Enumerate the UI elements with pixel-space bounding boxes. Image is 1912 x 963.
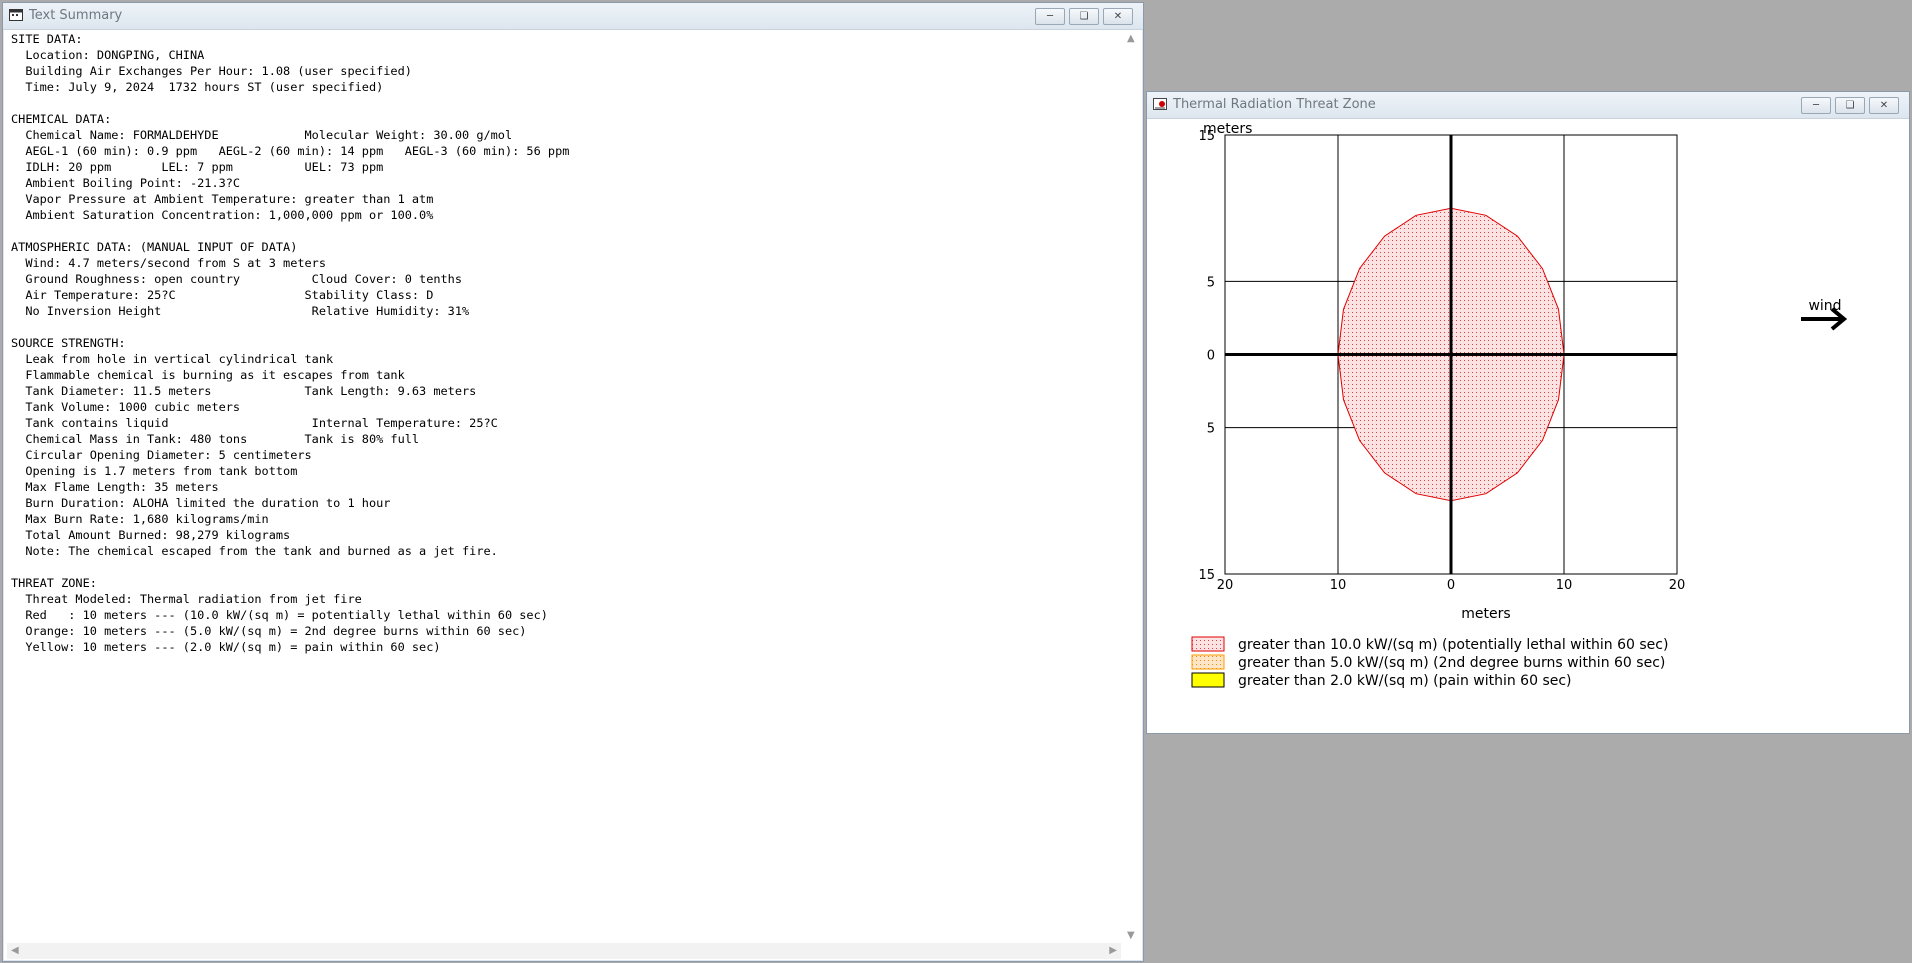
horizontal-scrollbar[interactable]: ◀ ▶ xyxy=(7,943,1121,959)
close-icon: ✕ xyxy=(1879,100,1889,111)
text-summary-window: Text Summary ─ ❏ ✕ SITE DATA: Location: … xyxy=(2,2,1144,962)
legend-label: greater than 5.0 kW/(sq m) (2nd degree b… xyxy=(1238,655,1665,671)
plot-window-icon xyxy=(1153,98,1167,110)
x-tick-label: 20 xyxy=(1217,578,1234,593)
minimize-icon: ─ xyxy=(1046,11,1054,22)
y-tick-label: 5 xyxy=(1207,275,1215,290)
minimize-button[interactable]: ─ xyxy=(1801,97,1831,114)
scroll-right-icon[interactable]: ▶ xyxy=(1109,945,1117,956)
window-title: Text Summary xyxy=(29,8,123,23)
x-tick-label: 0 xyxy=(1447,578,1455,593)
legend-label: greater than 2.0 kW/(sq m) (pain within … xyxy=(1238,673,1572,689)
threat-zone-titlebar[interactable]: Thermal Radiation Threat Zone ─ ❏ ✕ xyxy=(1147,92,1909,119)
legend-swatch xyxy=(1191,636,1225,652)
x-tick-label: 10 xyxy=(1556,578,1573,593)
minimize-button[interactable]: ─ xyxy=(1035,8,1065,25)
y-tick-label: 0 xyxy=(1207,349,1215,364)
scroll-left-icon[interactable]: ◀ xyxy=(11,945,19,956)
minimize-icon: ─ xyxy=(1812,100,1820,111)
legend-label: greater than 10.0 kW/(sq m) (potentially… xyxy=(1238,637,1668,653)
threat-zone-window: Thermal Radiation Threat Zone ─ ❏ ✕ 20 10… xyxy=(1146,91,1910,734)
close-icon: ✕ xyxy=(1113,11,1123,22)
legend-swatch xyxy=(1191,654,1225,670)
close-button[interactable]: ✕ xyxy=(1869,97,1899,114)
text-summary-titlebar[interactable]: Text Summary ─ ❏ ✕ xyxy=(3,3,1143,30)
restore-icon: ❏ xyxy=(1845,100,1855,111)
close-button[interactable]: ✕ xyxy=(1103,8,1133,25)
scroll-up-icon[interactable]: ▲ xyxy=(1127,33,1135,44)
legend-swatch xyxy=(1191,672,1225,688)
summary-text-area[interactable]: SITE DATA: Location: DONGPING, CHINA Bui… xyxy=(11,31,1121,943)
restore-button[interactable]: ❏ xyxy=(1069,8,1099,25)
window-title: Thermal Radiation Threat Zone xyxy=(1173,97,1376,112)
x-axis-label: meters xyxy=(1461,606,1510,622)
scroll-down-icon[interactable]: ▼ xyxy=(1127,930,1135,941)
x-tick-label: 10 xyxy=(1330,578,1347,593)
x-tick-label: 20 xyxy=(1669,578,1686,593)
vertical-scrollbar[interactable]: ▲ ▼ xyxy=(1123,31,1141,943)
restore-icon: ❏ xyxy=(1079,11,1089,22)
y-tick-label: 5 xyxy=(1207,422,1215,437)
restore-button[interactable]: ❏ xyxy=(1835,97,1865,114)
text-window-icon xyxy=(9,9,23,21)
y-axis-label: meters xyxy=(1203,121,1252,137)
summary-text: SITE DATA: Location: DONGPING, CHINA Bui… xyxy=(11,32,570,654)
threat-zone-plot: 20 10 0 10 201550515 meters meters wind grea… xyxy=(1147,119,1909,733)
y-tick-label: 15 xyxy=(1198,568,1215,583)
